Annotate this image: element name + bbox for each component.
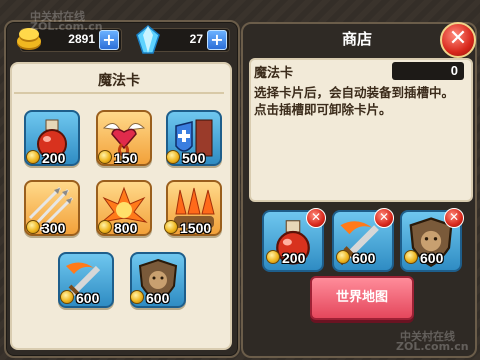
card-price: 800 — [98, 220, 137, 236]
coin-icon — [60, 290, 74, 304]
add-gems-button[interactable]: + — [207, 30, 227, 50]
plus-icon: + — [102, 30, 116, 49]
coin-icon — [130, 290, 144, 304]
info-description: 选择卡片后，会自动装备到插槽中。点击插槽即可卸除卡片。 — [254, 85, 455, 117]
add-gold-button[interactable]: + — [99, 30, 119, 50]
gem-amount: 27 — [189, 32, 203, 46]
coin-icon — [98, 220, 112, 234]
card-price: 200 — [26, 150, 65, 166]
coin-icon — [404, 250, 418, 264]
card-price: 1500 — [164, 220, 211, 236]
card-price: 500 — [166, 150, 205, 166]
coin-icon — [166, 150, 180, 164]
coin-icon — [266, 250, 280, 264]
remove-card-icon: ✕ — [310, 210, 322, 224]
card-price: 300 — [26, 220, 65, 236]
coin-icon — [336, 250, 350, 264]
card-price: 600 — [60, 290, 99, 306]
magic-card-title: 魔法卡 — [98, 73, 140, 89]
title-divider — [14, 92, 224, 94]
coin-icon — [26, 150, 40, 164]
slot-price: 200 — [266, 250, 305, 266]
blue-gem-icon — [136, 25, 160, 54]
remove-card-icon: ✕ — [378, 210, 390, 224]
remove-card-button[interactable]: ✕ — [444, 208, 464, 228]
world-map-button[interactable]: 世界地图 — [310, 276, 414, 320]
watermark-line2: ZOL.com.cn — [30, 20, 103, 33]
remove-card-button[interactable]: ✕ — [374, 208, 394, 228]
watermark-line2: ZOL.com.cn — [396, 340, 469, 353]
close-button[interactable]: ✕ — [440, 22, 476, 58]
shop-title: 商店 — [341, 30, 372, 48]
card-price: 150 — [98, 150, 137, 166]
close-icon: ✕ — [448, 26, 468, 51]
gold-amount: 2891 — [68, 32, 95, 46]
plus-icon: + — [210, 30, 224, 49]
slot-price: 600 — [404, 250, 443, 266]
card-price: 600 — [130, 290, 169, 306]
remove-card-button[interactable]: ✕ — [306, 208, 326, 228]
coin-icon — [26, 220, 40, 234]
coin-icon — [98, 150, 112, 164]
remove-card-icon: ✕ — [448, 210, 460, 224]
info-title: 魔法卡 — [254, 66, 294, 81]
gem-counter: 27 + — [136, 25, 230, 54]
slot-price: 600 — [336, 250, 375, 266]
equipped-counter: 0 — [392, 62, 464, 80]
coin-icon — [164, 220, 178, 234]
